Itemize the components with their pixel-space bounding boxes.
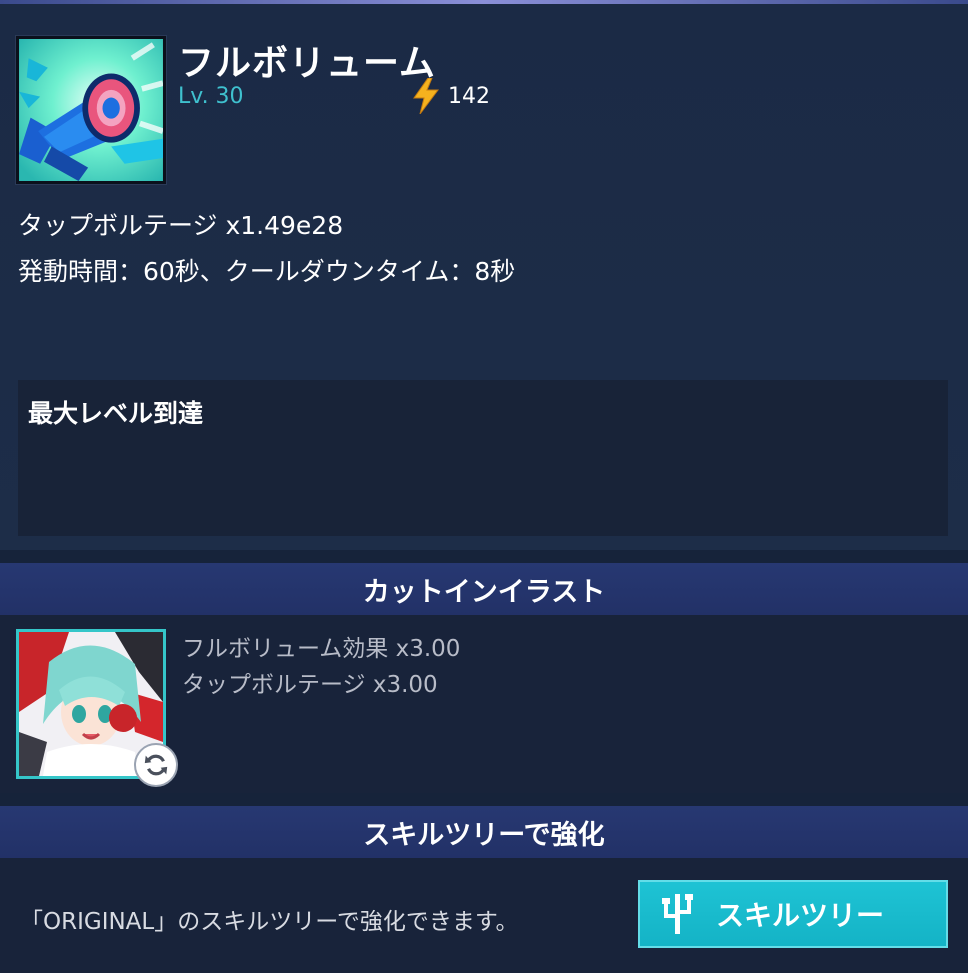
skill-duration-text: 発動時間：60秒、クールダウンタイム：8秒	[18, 257, 516, 286]
lightning-bolt-icon	[413, 78, 439, 114]
skill-tree-description: 「ORIGINAL」のスキルツリーで強化できます。	[20, 909, 519, 935]
skill-cost: 142	[448, 84, 490, 109]
cutin-header: カットインイラスト	[0, 563, 968, 615]
cutin-bonus-tap-voltage: タップボルテージ x3.00	[182, 672, 438, 698]
skill-tree-header: スキルツリーで強化	[0, 806, 968, 858]
refresh-icon[interactable]	[134, 743, 178, 787]
skill-level: Lv. 30	[178, 84, 244, 109]
max-level-text: 最大レベル到達	[28, 399, 204, 428]
skill-effect-text: タップボルテージ x1.49e28	[18, 211, 344, 240]
skill-tree-button-label: スキルツリー	[716, 899, 885, 932]
cutin-bonus-skill-effect: フルボリューム効果 x3.00	[182, 636, 461, 662]
skill-name: フルボリューム	[178, 43, 436, 84]
skill-tree-button[interactable]: スキルツリー	[638, 880, 948, 948]
skill-tree-icon	[662, 894, 693, 934]
upgrade-status-box: 最大レベル到達	[18, 380, 948, 536]
cutin-panel: フルボリューム効果 x3.00 タップボルテージ x3.00	[0, 615, 968, 793]
skill-tree-panel: 「ORIGINAL」のスキルツリーで強化できます。 スキルツリー	[0, 858, 968, 973]
megaphone-icon	[16, 36, 166, 184]
skill-detail-panel: フルボリューム Lv. 30 142 タップボルテージ x1.49e28 発動時…	[0, 4, 968, 550]
